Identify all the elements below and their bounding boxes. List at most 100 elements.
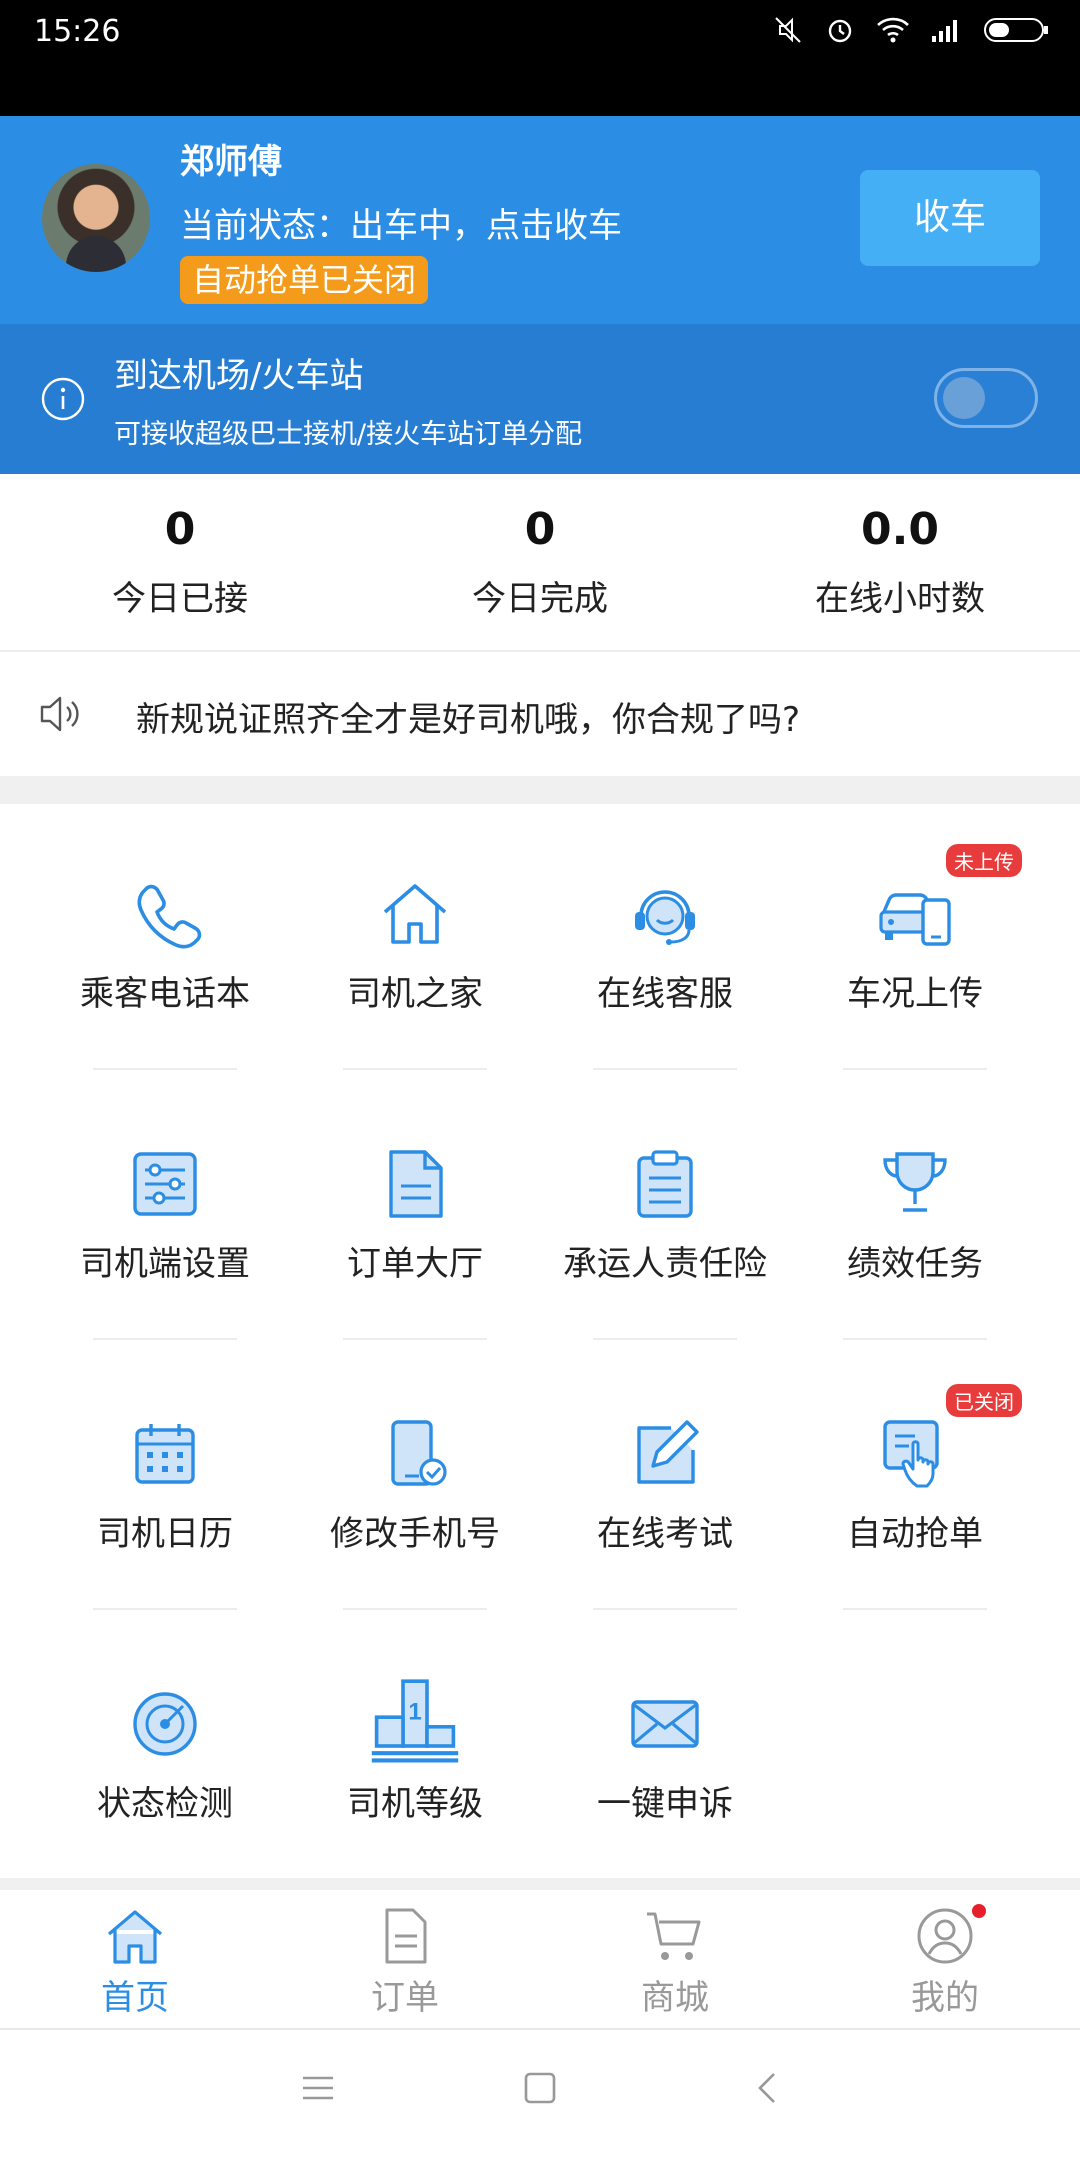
stat-label: 在线小时数 (815, 579, 985, 619)
grid-item-one-click-appeal[interactable]: 一键申诉 (540, 1614, 790, 1880)
system-nav-bar (0, 2030, 1080, 2160)
status-icons (772, 14, 1050, 46)
grid-item-label: 乘客电话本 (80, 974, 250, 1014)
grid-item-driver-settings[interactable]: 司机端设置 (40, 1074, 290, 1340)
grid-item-label: 在线考试 (597, 1514, 733, 1554)
grid-divider (93, 1608, 237, 1610)
signal-icon (932, 20, 957, 42)
battery-icon (984, 18, 1048, 42)
notice-bar[interactable]: 新规说证照齐全才是好司机哦，你合规了吗? (0, 652, 1080, 776)
bottom-nav: 首页 订单 商城 我的 (0, 1890, 1080, 2030)
grid-item-online-service[interactable]: 在线客服 (540, 804, 790, 1070)
grid-item-label: 一键申诉 (597, 1784, 733, 1824)
calendar-icon (135, 1424, 195, 1484)
speaker-icon (40, 696, 79, 732)
car-phone-icon (879, 893, 951, 946)
nav-label: 我的 (911, 1978, 979, 2018)
clipboard-icon (637, 1150, 693, 1218)
airport-toggle[interactable] (934, 368, 1038, 428)
headset-icon (635, 890, 695, 945)
nav-mine[interactable]: 我的 (810, 1890, 1080, 2028)
today-stats: 0 今日已接 0 今日完成 0.0 在线小时数 (0, 474, 1080, 652)
trophy-icon (883, 1152, 947, 1212)
home-icon (107, 1910, 163, 1964)
nav-home[interactable]: 首页 (0, 1890, 270, 2028)
grid-item-auto-grab-orders[interactable]: 已关闭 自动抢单 (790, 1344, 1040, 1610)
back-icon[interactable] (750, 2070, 786, 2110)
avatar[interactable] (42, 164, 150, 272)
stat-online-hours: 0.0 在线小时数 (720, 474, 1080, 650)
stat-value: 0.0 (861, 504, 939, 555)
home-icon (383, 884, 447, 944)
airport-station-bar: 到达机场/火车站 可接收超级巴士接机/接火车站订单分配 (0, 324, 1080, 474)
grid-item-driver-level[interactable]: 1 司机等级 (290, 1614, 540, 1880)
grid-item-label: 司机日历 (97, 1514, 233, 1554)
home-square-icon[interactable] (522, 2070, 558, 2110)
nav-mall[interactable]: 商城 (540, 1890, 810, 2028)
grid-item-label: 订单大厅 (347, 1244, 483, 1284)
grid-item-car-status-upload[interactable]: 未上传 车况上传 (790, 804, 1040, 1070)
grid-item-driver-home[interactable]: 司机之家 (290, 804, 540, 1070)
grid-item-online-exam[interactable]: 在线考试 (540, 1344, 790, 1610)
edit-icon (637, 1420, 699, 1484)
grid-divider (843, 1068, 987, 1070)
driver-status[interactable]: 当前状态：出车中，点击收车 (180, 198, 622, 247)
grid-item-performance-tasks[interactable]: 绩效任务 (790, 1074, 1040, 1340)
grid-item-passenger-phonebook[interactable]: 乘客电话本 (40, 804, 290, 1070)
grid-item-label: 司机端设置 (80, 1244, 250, 1284)
stat-label: 今日完成 (472, 579, 608, 619)
wifi-icon (877, 17, 909, 43)
grid-divider (843, 1338, 987, 1340)
airport-subtitle: 可接收超级巴士接机/接火车站订单分配 (114, 419, 583, 450)
grid-divider (843, 1608, 987, 1610)
grid-item-label: 承运人责任险 (563, 1244, 767, 1284)
grid-item-driver-calendar[interactable]: 司机日历 (40, 1344, 290, 1610)
grid-divider (593, 1068, 737, 1070)
driver-name: 郑师傅 (180, 142, 282, 182)
feature-grid: 乘客电话本 司机之家 在线客服 未上传 车况上传 司机端设置 订单大厅 承运人责… (0, 804, 1080, 1880)
grid-divider (93, 1068, 237, 1070)
stat-accepted: 0 今日已接 (0, 474, 360, 650)
phone-check-icon (391, 1420, 447, 1486)
grid-item-status-check[interactable]: 状态检测 (40, 1614, 290, 1880)
notification-dot (972, 1904, 986, 1918)
document-icon (389, 1150, 443, 1218)
grid-divider (593, 1338, 737, 1340)
radar-icon (133, 1692, 197, 1756)
toggle-knob (943, 377, 985, 419)
grid-item-change-phone-number[interactable]: 修改手机号 (290, 1344, 540, 1610)
status-bar: 15:26 (0, 0, 1080, 116)
grid-divider (343, 1338, 487, 1340)
document-icon (385, 1908, 427, 1964)
status-tag: 已关闭 (946, 1384, 1022, 1417)
user-icon (917, 1908, 973, 1964)
phone-icon (137, 884, 202, 949)
info-icon (41, 377, 85, 421)
grid-item-label: 绩效任务 (847, 1244, 983, 1284)
nav-label: 首页 (101, 1978, 169, 2018)
stat-value: 0 (164, 504, 196, 555)
end-shift-button[interactable]: 收车 (860, 170, 1040, 266)
nav-label: 商城 (641, 1978, 709, 2018)
mute-icon (775, 17, 801, 43)
stat-label: 今日已接 (112, 579, 248, 619)
hand-tap-icon (883, 1420, 939, 1488)
cart-icon (647, 1912, 701, 1960)
grid-item-label: 状态检测 (97, 1784, 233, 1824)
airport-title: 到达机场/火车站 (114, 356, 364, 396)
podium-rank-text: 1 (408, 1699, 421, 1726)
grid-item-label: 车况上传 (847, 974, 983, 1014)
envelope-icon (631, 1700, 699, 1748)
nav-orders[interactable]: 订单 (270, 1890, 540, 2028)
grid-divider (593, 1608, 737, 1610)
section-divider (0, 1878, 1080, 1890)
grid-item-label: 司机等级 (347, 1784, 483, 1824)
menu-icon[interactable] (300, 2070, 336, 2110)
section-divider (0, 776, 1080, 804)
notice-text: 新规说证照齐全才是好司机哦，你合规了吗? (136, 700, 801, 740)
grid-item-label: 在线客服 (597, 974, 733, 1014)
podium-icon: 1 (371, 1679, 459, 1763)
auto-grab-badge: 自动抢单已关闭 (180, 256, 429, 304)
grid-item-order-hall[interactable]: 订单大厅 (290, 1074, 540, 1340)
grid-item-carrier-insurance[interactable]: 承运人责任险 (540, 1074, 790, 1340)
